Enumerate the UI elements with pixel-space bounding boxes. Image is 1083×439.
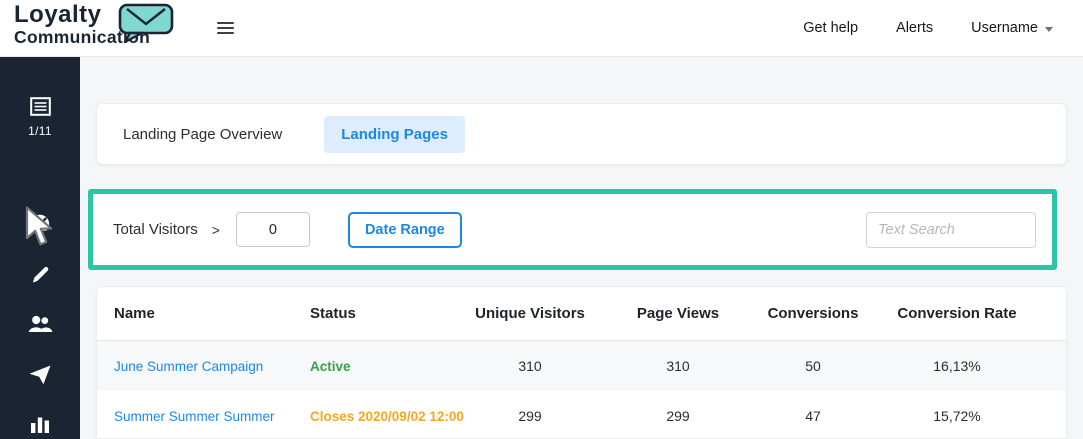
conversion-rate-value: 15,72% (933, 408, 981, 424)
total-visitors-label: Total Visitors (113, 221, 198, 238)
sidebar-item-reports[interactable] (0, 415, 80, 438)
tab-landing-pages[interactable]: Landing Pages (324, 115, 465, 153)
bar-chart-icon (30, 417, 50, 437)
users-icon (28, 315, 53, 337)
get-help-link[interactable]: Get help (803, 20, 858, 36)
sidebar-item-pages[interactable]: 1/11 (0, 97, 80, 138)
send-paper-plane-icon (29, 365, 51, 389)
table-row: June Summer Campaign Active 310 310 50 1… (97, 341, 1066, 391)
status-badge: Closes 2020/09/02 12:00 (310, 408, 464, 424)
filter-bar: Total Visitors > Date Range (93, 194, 1052, 265)
conversions-value: 50 (805, 358, 821, 374)
app-logo[interactable]: Loyalty Communication (14, 2, 200, 54)
header-right-nav: Get help Alerts Username (803, 20, 1053, 36)
sidebar-item-send[interactable] (0, 365, 80, 390)
page-views-value: 299 (666, 408, 690, 424)
hamburger-menu-icon[interactable] (214, 15, 236, 41)
sidebar-item-edit[interactable] (0, 265, 80, 289)
top-header: Loyalty Communication Get help Alerts Us… (0, 0, 1083, 57)
edit-pencil-icon (31, 266, 50, 288)
page-views-value: 310 (666, 358, 690, 374)
sidebar-item-dashboard[interactable] (0, 213, 80, 240)
conversions-value: 47 (805, 408, 821, 424)
left-sidebar: 1/11 (0, 57, 80, 439)
envelope-speech-bubble-icon (116, 2, 178, 49)
column-header-conversions: Conversions (767, 305, 859, 322)
column-header-name: Name (114, 305, 155, 322)
campaign-name-link[interactable]: June Summer Campaign (114, 359, 310, 374)
campaign-name-link[interactable]: Summer Summer Summer (114, 409, 310, 424)
date-range-button[interactable]: Date Range (347, 211, 462, 248)
conversion-rate-value: 16,13% (933, 358, 981, 374)
page-indicator: 1/11 (28, 124, 52, 138)
table-row: Summer Summer Summer Closes 2020/09/02 1… (97, 391, 1066, 438)
status-badge: Active (310, 358, 351, 374)
greater-than-operator: > (211, 221, 220, 238)
column-header-page-views: Page Views (636, 305, 720, 322)
unique-visitors-value: 299 (518, 408, 542, 424)
total-visitors-input[interactable] (235, 212, 310, 247)
column-header-unique-visitors: Unique Visitors (475, 305, 585, 322)
landing-pages-table: Name Status Unique Visitors Page Views C… (96, 286, 1067, 439)
table-header-row: Name Status Unique Visitors Page Views C… (97, 287, 1066, 341)
alerts-link[interactable]: Alerts (896, 20, 933, 36)
column-header-conversion-rate: Conversion Rate (897, 305, 1017, 322)
tab-landing-page-overview[interactable]: Landing Page Overview (123, 126, 282, 143)
text-search-input[interactable] (866, 211, 1036, 248)
sidebar-item-users[interactable] (0, 315, 80, 338)
unique-visitors-value: 310 (518, 358, 542, 374)
chevron-down-icon (1045, 26, 1053, 32)
pages-icon (29, 97, 51, 120)
highlight-annotation: Total Visitors > Date Range (88, 189, 1057, 270)
username-dropdown[interactable]: Username (971, 20, 1053, 36)
dashboard-icon (28, 214, 52, 239)
landing-pages-tab-card: Landing Page Overview Landing Pages (96, 103, 1067, 165)
column-header-status: Status (310, 305, 356, 322)
username-label: Username (971, 20, 1038, 36)
